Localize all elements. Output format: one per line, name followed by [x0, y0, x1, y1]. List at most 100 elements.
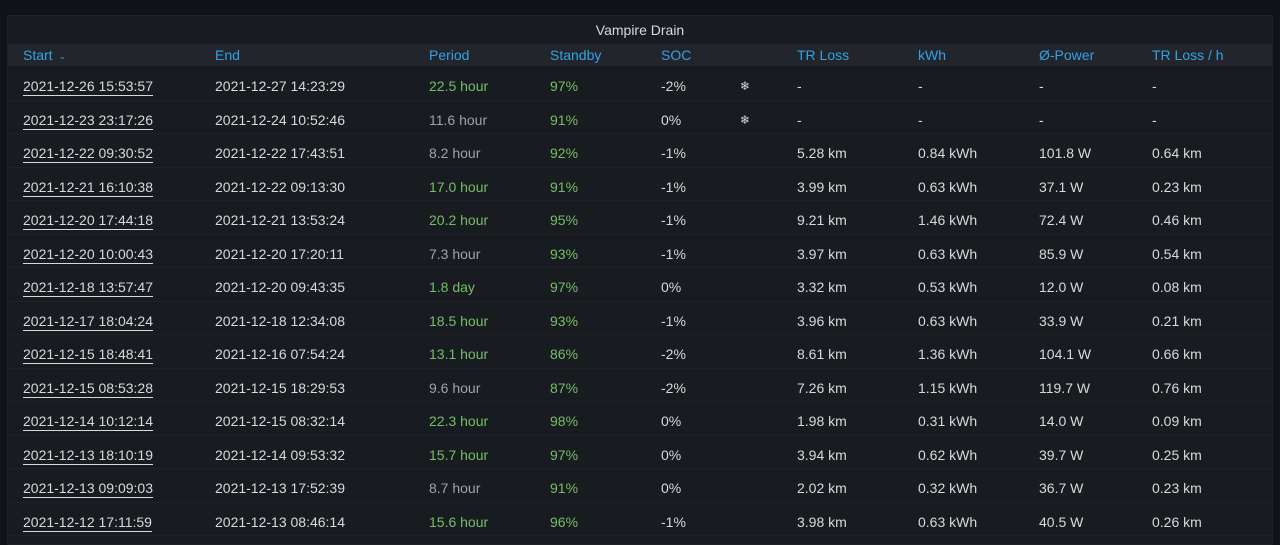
cell-standby: 93% — [550, 245, 579, 262]
cell-power: 36.7 W — [1039, 480, 1084, 496]
cell-tr-loss: 7.26 km — [797, 379, 847, 396]
cell-period: 11.6 hour — [429, 111, 488, 128]
table-header: Start ⌄ End Period Standby SOC TR Loss kW… — [8, 44, 1272, 66]
cell-tr-loss-per-hour: 0.46 km — [1152, 212, 1202, 228]
cell-end: 2021-12-15 18:29:53 — [215, 379, 345, 396]
cell-start: 2021-12-12 17:11:59 — [23, 503, 152, 536]
cell-tr-loss: - — [797, 111, 802, 128]
start-time-link[interactable]: 2021-12-13 18:10:19 — [23, 447, 153, 463]
column-header-label: Start — [23, 47, 53, 63]
cell-standby: 91% — [550, 178, 579, 195]
cell-soc: 0% — [661, 413, 682, 429]
start-time-link[interactable]: 2021-12-14 10:12:14 — [23, 413, 153, 429]
cell-start: 2021-12-15 18:48:41 — [23, 335, 153, 368]
start-time-link[interactable]: 2021-12-23 23:17:26 — [23, 112, 153, 128]
cell-soc: -2% — [661, 379, 686, 396]
column-header-tr-loss-per-hour[interactable]: TR Loss / h — [1152, 44, 1224, 66]
cell-kwh: 0.32 kWh — [918, 480, 978, 496]
cell-start: 2021-12-13 09:09:03 — [23, 469, 153, 502]
panel-title[interactable]: Vampire Drain — [8, 16, 1272, 44]
column-header-power[interactable]: Ø-Power — [1039, 44, 1094, 66]
cell-standby: 87% — [550, 379, 579, 396]
cell-start: 2021-12-20 17:44:18 — [23, 201, 153, 234]
cell-start: 2021-12-17 18:04:24 — [23, 302, 153, 335]
table-row: 2021-12-13 18:10:19 2021-12-14 09:53:32 15… — [8, 436, 1272, 469]
cell-start: 2021-12-22 09:30:52 — [23, 134, 153, 167]
column-header-end[interactable]: End — [215, 44, 240, 66]
vampire-drain-panel: Vampire Drain Start ⌄ End Period Standby … — [7, 15, 1273, 545]
cell-tr-loss: 8.61 km — [797, 346, 847, 362]
cell-start: 2021-12-21 16:10:38 — [23, 168, 153, 201]
start-time-link[interactable]: 2021-12-18 13:57:47 — [23, 279, 153, 295]
cell-soc: -1% — [661, 178, 686, 195]
cell-tr-loss-per-hour: 0.23 km — [1152, 178, 1202, 195]
cell-tr-loss-per-hour: 0.76 km — [1152, 379, 1202, 396]
cell-soc: -1% — [661, 312, 686, 329]
cell-end: 2021-12-20 17:20:11 — [215, 245, 344, 262]
cell-period: 13.1 hour — [429, 346, 489, 362]
cell-kwh: - — [918, 111, 923, 128]
cell-start: 2021-12-26 15:53:57 — [23, 67, 153, 100]
cell-end: 2021-12-22 17:43:51 — [215, 145, 345, 161]
column-header-start[interactable]: Start ⌄ — [23, 44, 66, 66]
cell-end: 2021-12-14 09:53:32 — [215, 446, 345, 463]
cell-period: 8.2 hour — [429, 145, 481, 161]
start-time-link[interactable]: 2021-12-20 10:00:43 — [23, 246, 153, 262]
start-time-link[interactable]: 2021-12-26 15:53:57 — [23, 78, 153, 94]
start-time-link[interactable]: 2021-12-21 16:10:38 — [23, 179, 153, 195]
table-row: 2021-12-13 09:09:03 2021-12-13 17:52:39 8.… — [8, 469, 1272, 503]
cell-power: 119.7 W — [1039, 379, 1091, 396]
start-time-link[interactable]: 2021-12-12 17:11:59 — [23, 514, 152, 530]
cell-standby: 92% — [550, 145, 579, 161]
column-header-soc[interactable]: SOC — [661, 44, 691, 66]
start-time-link[interactable]: 2021-12-15 18:48:41 — [23, 346, 153, 362]
cell-kwh: 0.62 kWh — [918, 446, 978, 463]
cell-start: 2021-12-15 08:53:28 — [23, 369, 153, 402]
cell-tr-loss-per-hour: 0.09 km — [1152, 413, 1202, 429]
start-time-link[interactable]: 2021-12-15 08:53:28 — [23, 380, 153, 396]
cell-period: 15.6 hour — [429, 513, 489, 530]
table-row: 2021-12-12 17:11:59 2021-12-13 08:46:14 15… — [8, 503, 1272, 536]
cell-tr-loss-per-hour: 0.54 km — [1152, 245, 1202, 262]
cell-end: 2021-12-15 08:32:14 — [215, 413, 345, 429]
table-row: 2021-12-21 16:10:38 2021-12-22 09:13:30 17… — [8, 168, 1272, 201]
cell-soc: 0% — [661, 279, 682, 295]
cell-end: 2021-12-27 14:23:29 — [215, 78, 345, 94]
start-time-link[interactable]: 2021-12-13 09:09:03 — [23, 480, 153, 496]
cell-power: 39.7 W — [1039, 446, 1084, 463]
cell-start: 2021-12-13 18:10:19 — [23, 436, 153, 469]
column-header-kwh[interactable]: kWh — [918, 44, 946, 66]
table-row: 2021-12-22 09:30:52 2021-12-22 17:43:51 8.… — [8, 134, 1272, 168]
cell-kwh: 0.63 kWh — [918, 312, 978, 329]
cell-period: 7.3 hour — [429, 245, 481, 262]
cell-tr-loss: 3.96 km — [797, 312, 847, 329]
cell-standby: 97% — [550, 78, 579, 94]
cell-soc: -1% — [661, 145, 686, 161]
cell-start: 2021-12-14 10:12:14 — [23, 402, 153, 435]
cell-standby: 97% — [550, 279, 579, 295]
cell-power: - — [1039, 78, 1044, 94]
cell-period: 8.7 hour — [429, 480, 481, 496]
cell-power: 72.4 W — [1039, 212, 1084, 228]
cell-end: 2021-12-16 07:54:24 — [215, 346, 345, 362]
start-time-link[interactable]: 2021-12-22 09:30:52 — [23, 145, 153, 161]
cell-power: 37.1 W — [1039, 178, 1084, 195]
column-header-standby[interactable]: Standby — [550, 44, 601, 66]
cell-standby: 95% — [550, 212, 579, 228]
start-time-link[interactable]: 2021-12-17 18:04:24 — [23, 313, 153, 329]
cell-start: 2021-12-18 13:57:47 — [23, 268, 153, 301]
cell-tr-loss: 9.21 km — [797, 212, 847, 228]
cell-end: 2021-12-22 09:13:30 — [215, 178, 345, 195]
cell-kwh: 0.53 kWh — [918, 279, 978, 295]
chevron-down-icon: ⌄ — [58, 51, 67, 61]
table-row: 2021-12-18 13:57:47 2021-12-20 09:43:35 1.… — [8, 268, 1272, 302]
start-time-link[interactable]: 2021-12-20 17:44:18 — [23, 212, 153, 228]
cell-period: 17.0 hour — [429, 178, 489, 195]
cell-soc: 0% — [661, 111, 682, 128]
cell-kwh: 1.36 kWh — [918, 346, 978, 362]
column-header-period[interactable]: Period — [429, 44, 469, 66]
cell-end: 2021-12-21 13:53:24 — [215, 212, 345, 228]
column-header-tr-loss[interactable]: TR Loss — [797, 44, 849, 66]
table-row: 2021-12-14 10:12:14 2021-12-15 08:32:14 22… — [8, 402, 1272, 436]
table-row: 2021-12-17 18:04:24 2021-12-18 12:34:08 18… — [8, 302, 1272, 335]
